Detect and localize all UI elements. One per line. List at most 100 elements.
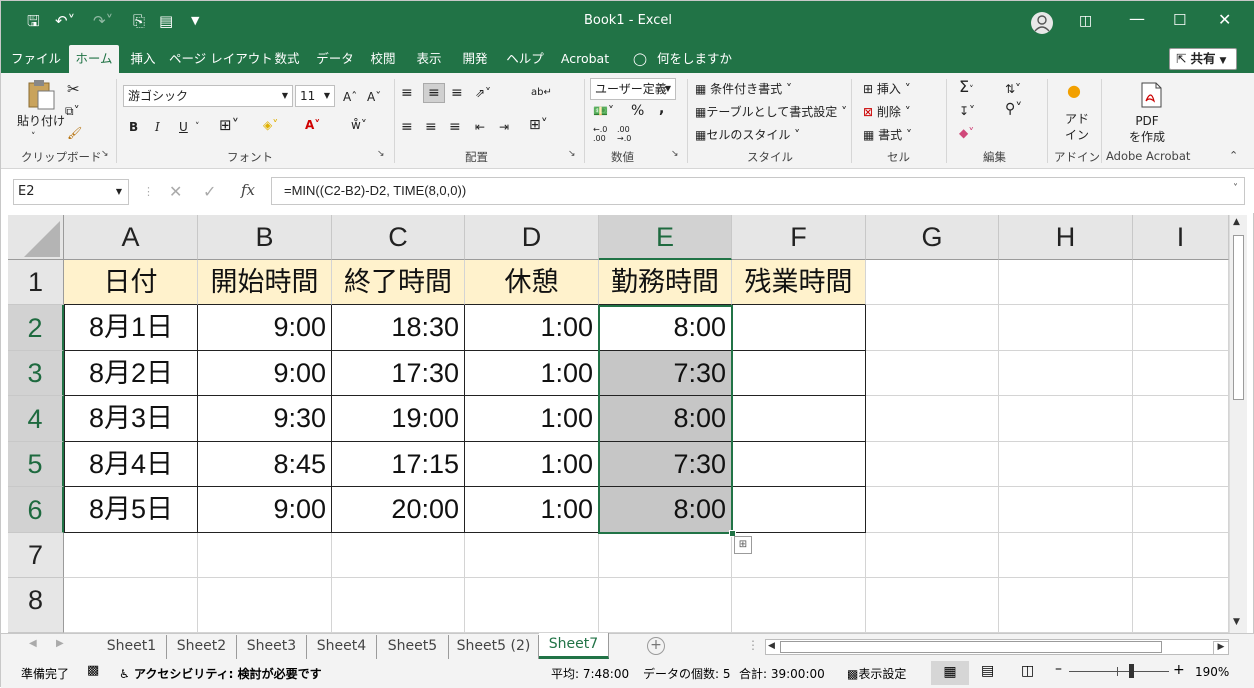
zoom-out-icon[interactable]: – <box>1055 661 1062 677</box>
bold-button[interactable]: B <box>129 119 138 135</box>
comma-button[interactable]: , <box>659 101 664 117</box>
cell-g5[interactable] <box>866 442 999 487</box>
percent-button[interactable]: % <box>631 103 644 119</box>
tab-page-layout[interactable]: ページ レイアウト <box>169 45 273 73</box>
align-bottom-icon[interactable]: ≡ <box>451 85 463 101</box>
cell-a8[interactable] <box>64 578 198 633</box>
wrap-text-icon[interactable]: ab↵ <box>531 85 552 101</box>
cell-i4[interactable] <box>1133 396 1229 442</box>
decrease-font-icon[interactable]: Aˇ <box>367 89 381 105</box>
cell-d5[interactable]: 1:00 <box>465 442 599 487</box>
font-size-select[interactable]: 11 ▼ <box>295 85 335 107</box>
copy-icon[interactable]: ⧉˅ <box>65 103 80 119</box>
scroll-down-icon[interactable]: ▼ <box>1233 617 1240 627</box>
zoom-in-icon[interactable]: + <box>1173 662 1185 678</box>
currency-icon[interactable]: 💵˅ <box>593 103 614 119</box>
formula-input[interactable]: =MIN((C2-B2)-D2, TIME(8,0,0)) ˅ <box>271 177 1245 205</box>
tab-view[interactable]: 表示 <box>413 45 445 73</box>
decrease-indent-icon[interactable]: ⇤ <box>475 119 485 135</box>
cell-g6[interactable] <box>866 487 999 533</box>
align-top-icon[interactable]: ≡ <box>401 85 413 101</box>
prev-sheet-icon[interactable]: ◀ <box>29 638 37 649</box>
sheet-tab-7[interactable]: Sheet7 <box>539 633 609 659</box>
horizontal-scrollbar[interactable]: ◀ <box>765 639 1229 655</box>
row-header-3[interactable]: 3 <box>8 351 64 396</box>
row-header-1[interactable]: 1 <box>8 260 64 305</box>
cell-d1[interactable]: 休憩 <box>465 260 599 305</box>
cell-c3[interactable]: 17:30 <box>332 351 465 396</box>
align-middle-icon[interactable]: ≡ <box>423 83 445 103</box>
borders-icon[interactable]: ⊞˅ <box>219 117 239 133</box>
sheet-tab-4[interactable]: Sheet4 <box>307 635 377 659</box>
cell-b7[interactable] <box>198 533 332 578</box>
account-avatar-icon[interactable] <box>1031 12 1053 34</box>
cell-d4[interactable]: 1:00 <box>465 396 599 442</box>
tab-review[interactable]: 校閲 <box>367 45 399 73</box>
paste-icon[interactable] <box>23 79 57 111</box>
sheet-tab-3[interactable]: Sheet3 <box>237 635 307 659</box>
cell-b1[interactable]: 開始時間 <box>198 260 332 305</box>
cell-h6[interactable] <box>999 487 1133 533</box>
zoom-slider-thumb[interactable] <box>1129 664 1134 678</box>
cell-h5[interactable] <box>999 442 1133 487</box>
cell-e7[interactable] <box>599 533 732 578</box>
cell-c5[interactable]: 17:15 <box>332 442 465 487</box>
cell-e3[interactable]: 7:30 <box>599 351 732 396</box>
phonetic-icon[interactable]: ẘ˅ <box>351 117 367 133</box>
cell-i2[interactable] <box>1133 305 1229 351</box>
cell-b2[interactable]: 9:00 <box>198 305 332 351</box>
cell-f4[interactable] <box>732 396 866 442</box>
cell-i5[interactable] <box>1133 442 1229 487</box>
chevron-down-icon[interactable]: ˅ <box>195 119 200 135</box>
tab-formulas[interactable]: 数式 <box>271 45 303 73</box>
add-sheet-button[interactable]: + <box>647 637 665 655</box>
underline-button[interactable]: U <box>179 119 188 135</box>
cell-i6[interactable] <box>1133 487 1229 533</box>
minimize-icon[interactable]: — <box>1129 9 1145 28</box>
cell-g7[interactable] <box>866 533 999 578</box>
create-pdf-button[interactable]: PDF を作成 <box>1129 113 1165 145</box>
cell-g1[interactable] <box>866 260 999 305</box>
cell-b3[interactable]: 9:00 <box>198 351 332 396</box>
chevron-down-icon[interactable]: ˅ <box>31 129 36 145</box>
cell-h2[interactable] <box>999 305 1133 351</box>
cell-h3[interactable] <box>999 351 1133 396</box>
display-settings-button[interactable]: ▩表示設定 <box>847 665 906 682</box>
pdf-icon[interactable] <box>1137 81 1165 111</box>
restore-icon[interactable]: ☐ <box>1173 11 1186 29</box>
tab-home[interactable]: ホーム <box>69 45 119 73</box>
select-all-button[interactable] <box>8 215 64 260</box>
cell-c7[interactable] <box>332 533 465 578</box>
fill-color-icon[interactable]: ◈˅ <box>263 117 278 133</box>
close-icon[interactable]: ✕ <box>1218 10 1231 29</box>
column-header-d[interactable]: D <box>465 215 599 260</box>
collapse-ribbon-icon[interactable]: ⌃ <box>1229 149 1238 162</box>
cell-b5[interactable]: 8:45 <box>198 442 332 487</box>
next-sheet-icon[interactable]: ▶ <box>56 638 64 649</box>
cell-c6[interactable]: 20:00 <box>332 487 465 533</box>
accessibility-status[interactable]: ♿ アクセシビリティ: 検討が必要です <box>119 665 322 682</box>
delete-cells-button[interactable]: ⊠ 削除 ˅ <box>863 104 911 120</box>
format-painter-icon[interactable]: 🖌 <box>67 125 82 141</box>
row-header-5[interactable]: 5 <box>8 442 64 487</box>
scroll-left-icon[interactable]: ◀ <box>768 641 775 651</box>
conditional-format-button[interactable]: ▦ 条件付き書式 ˅ <box>695 81 792 97</box>
format-cells-button[interactable]: ▦ 書式 ˅ <box>863 127 912 143</box>
share-button[interactable]: ⇱ 共有 ▼ <box>1169 48 1237 70</box>
merge-center-icon[interactable]: ⊞˅ <box>529 117 548 133</box>
add-ins-icon[interactable]: ● <box>1067 83 1081 99</box>
cell-d6[interactable]: 1:00 <box>465 487 599 533</box>
cell-g8[interactable] <box>866 578 999 633</box>
tab-data[interactable]: データ <box>315 45 355 73</box>
cell-g3[interactable] <box>866 351 999 396</box>
cell-e4[interactable]: 8:00 <box>599 396 732 442</box>
align-right-icon[interactable]: ≡ <box>449 119 461 135</box>
dialog-launcher-icon[interactable]: ↘ <box>101 149 109 159</box>
tab-acrobat[interactable]: Acrobat <box>557 45 613 73</box>
font-name-select[interactable]: 游ゴシック ▼ <box>123 85 293 107</box>
sheet-tab-1[interactable]: Sheet1 <box>97 635 167 659</box>
cell-d3[interactable]: 1:00 <box>465 351 599 396</box>
cell-c2[interactable]: 18:30 <box>332 305 465 351</box>
cut-icon[interactable]: ✂ <box>67 81 80 97</box>
quick-analysis-icon[interactable]: ⊞ <box>734 536 752 554</box>
